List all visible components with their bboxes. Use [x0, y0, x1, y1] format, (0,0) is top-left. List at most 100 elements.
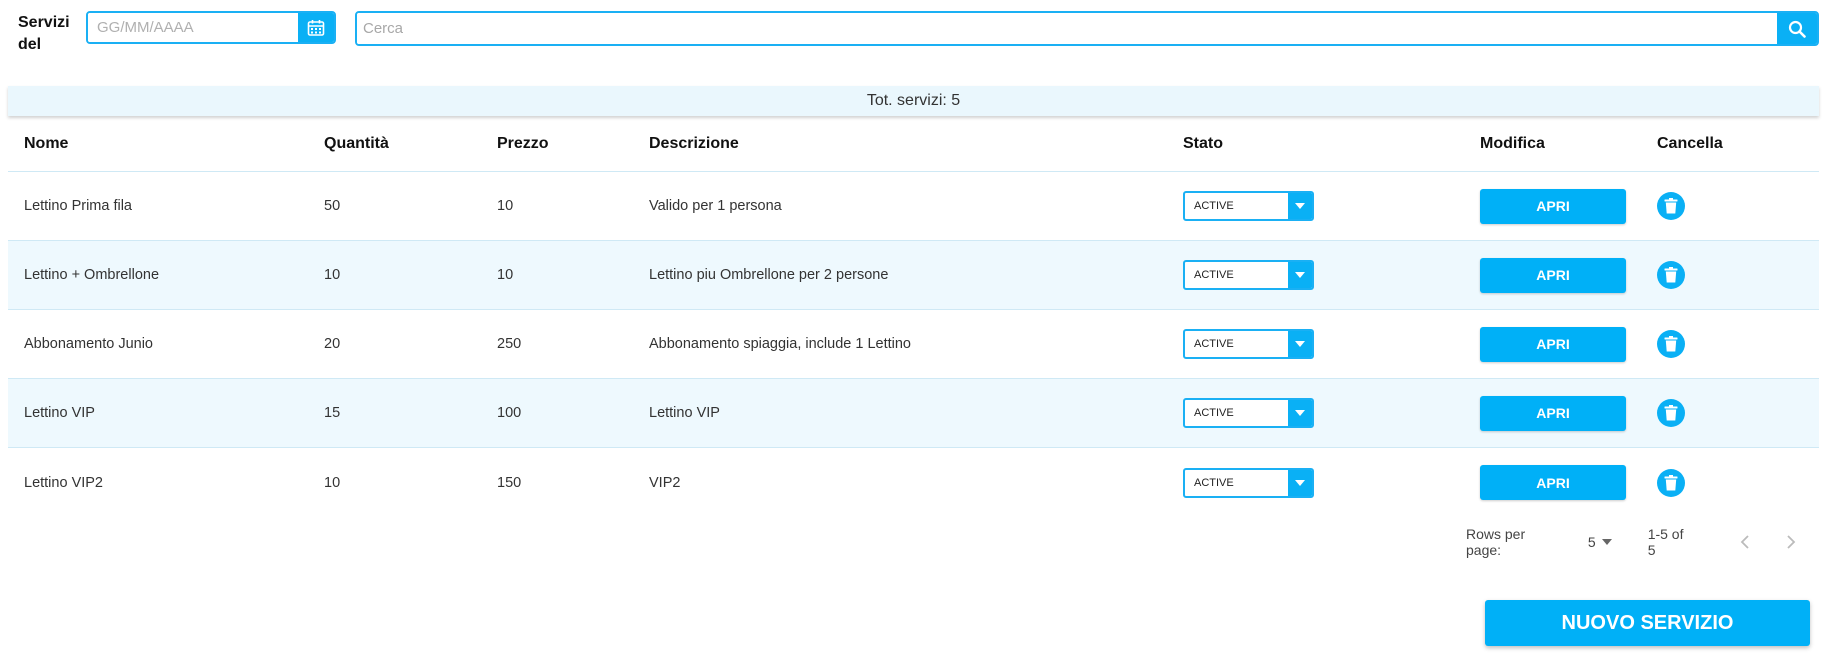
- cell-modifica: APRI: [1464, 465, 1641, 500]
- cell-modifica: APRI: [1464, 395, 1641, 431]
- cell-quantita: 15: [324, 405, 341, 421]
- cell-prezzo: 10: [497, 198, 514, 214]
- cell-stato: ACTIVE: [1167, 260, 1464, 290]
- cell-descrizione: Abbonamento spiaggia, include 1 Lettino: [649, 336, 911, 352]
- date-picker[interactable]: [86, 11, 336, 44]
- cell-nome: Lettino + Ombrellone: [24, 267, 160, 283]
- caret-down-icon: [1295, 410, 1305, 416]
- calendar-icon: [307, 19, 325, 36]
- cell-modifica: APRI: [1464, 326, 1641, 362]
- delete-button[interactable]: [1657, 330, 1685, 358]
- column-header-descrizione: Descrizione: [649, 134, 739, 152]
- cell-nome: Lettino Prima fila: [24, 198, 132, 214]
- previous-page-button[interactable]: [1733, 530, 1757, 554]
- table-row: Lettino VIP2 10 150 VIP2 ACTIVE APRI: [8, 448, 1819, 517]
- apri-button[interactable]: APRI: [1480, 188, 1626, 224]
- cell-quantita: 20: [324, 336, 341, 352]
- cell-stato: ACTIVE: [1167, 467, 1464, 498]
- cell-prezzo: 10: [497, 267, 514, 283]
- cell-stato: ACTIVE: [1167, 398, 1464, 428]
- status-select[interactable]: ACTIVE: [1183, 398, 1314, 428]
- cell-quantita: 10: [324, 267, 341, 283]
- status-select-arrow[interactable]: [1288, 400, 1312, 426]
- nuovo-servizio-button[interactable]: NUOVO SERVIZIO: [1485, 600, 1810, 646]
- table-header: Nome Quantità Prezzo Descrizione Stato M…: [8, 116, 1819, 172]
- status-select[interactable]: ACTIVE: [1183, 467, 1314, 498]
- table-row: Lettino + Ombrellone 10 10 Lettino piu O…: [8, 241, 1819, 310]
- status-select-value: ACTIVE: [1194, 200, 1234, 212]
- table-body: Lettino Prima fila 50 10 Valido per 1 pe…: [8, 172, 1819, 517]
- delete-button[interactable]: [1657, 399, 1685, 427]
- date-input[interactable]: [88, 13, 298, 42]
- cell-prezzo: 250: [497, 336, 522, 352]
- apri-button[interactable]: APRI: [1480, 395, 1626, 431]
- search-bar[interactable]: [355, 11, 1819, 46]
- cell-stato: ACTIVE: [1167, 191, 1464, 221]
- cell-cancella: [1641, 330, 1819, 358]
- cell-cancella: [1641, 261, 1819, 289]
- trash-icon: [1664, 267, 1678, 283]
- table-row: Lettino Prima fila 50 10 Valido per 1 pe…: [8, 172, 1819, 241]
- delete-button[interactable]: [1657, 468, 1685, 497]
- top-filter-bar: Servizi del: [0, 0, 1825, 60]
- total-services-bar: Tot. servizi: 5: [8, 86, 1819, 116]
- cell-cancella: [1641, 468, 1819, 497]
- pagination-range: 1-5 of 5: [1647, 526, 1684, 558]
- status-select-arrow[interactable]: [1288, 193, 1312, 219]
- status-select[interactable]: ACTIVE: [1183, 191, 1314, 221]
- trash-icon: [1664, 336, 1678, 352]
- search-button[interactable]: [1777, 13, 1817, 44]
- delete-button[interactable]: [1657, 192, 1685, 220]
- search-input[interactable]: [357, 13, 1777, 44]
- apri-button[interactable]: APRI: [1480, 257, 1626, 293]
- cell-nome: Abbonamento Junio: [24, 336, 153, 352]
- next-page-button[interactable]: [1779, 530, 1803, 554]
- status-select-value: ACTIVE: [1194, 407, 1234, 419]
- search-icon: [1788, 20, 1806, 38]
- calendar-button[interactable]: [298, 13, 334, 42]
- cell-modifica: APRI: [1464, 188, 1641, 224]
- column-header-modifica: Modifica: [1480, 134, 1545, 152]
- table-row: Lettino VIP 15 100 Lettino VIP ACTIVE AP…: [8, 379, 1819, 448]
- status-select-arrow[interactable]: [1288, 331, 1312, 357]
- cell-cancella: [1641, 399, 1819, 427]
- status-select-arrow[interactable]: [1288, 469, 1312, 496]
- cell-prezzo: 100: [497, 405, 522, 421]
- cell-stato: ACTIVE: [1167, 329, 1464, 359]
- services-table: Tot. servizi: 5 Nome Quantità Prezzo Des…: [8, 86, 1819, 517]
- delete-button[interactable]: [1657, 261, 1685, 289]
- rows-per-page-label: Rows per page:: [1466, 526, 1526, 558]
- rows-per-page-select[interactable]: 5: [1588, 534, 1612, 550]
- caret-down-icon: [1295, 203, 1305, 209]
- column-header-quantita: Quantità: [324, 134, 389, 152]
- rows-per-page-value: 5: [1587, 534, 1596, 550]
- cell-quantita: 50: [324, 198, 341, 214]
- status-select-arrow[interactable]: [1288, 262, 1312, 288]
- servizi-del-label: Servizi del: [18, 14, 70, 53]
- cell-descrizione: VIP2: [649, 474, 681, 491]
- column-header-nome: Nome: [24, 134, 69, 152]
- chevron-left-icon: [1740, 535, 1749, 549]
- trash-icon: [1664, 405, 1678, 421]
- cell-nome: Lettino VIP2: [24, 474, 103, 491]
- apri-button[interactable]: APRI: [1480, 465, 1626, 500]
- caret-down-icon: [1295, 479, 1305, 486]
- column-header-stato: Stato: [1183, 134, 1223, 152]
- status-select[interactable]: ACTIVE: [1183, 329, 1314, 359]
- cell-descrizione: Lettino piu Ombrellone per 2 persone: [649, 267, 889, 283]
- status-select-value: ACTIVE: [1194, 269, 1234, 281]
- cell-quantita: 10: [324, 474, 341, 491]
- trash-icon: [1664, 198, 1678, 214]
- trash-icon: [1664, 474, 1678, 490]
- cell-descrizione: Valido per 1 persona: [649, 198, 782, 214]
- cell-cancella: [1641, 192, 1819, 220]
- caret-down-icon: [1295, 272, 1305, 278]
- table-row: Abbonamento Junio 20 250 Abbonamento spi…: [8, 310, 1819, 379]
- cell-modifica: APRI: [1464, 257, 1641, 293]
- status-select-value: ACTIVE: [1194, 338, 1234, 350]
- cell-prezzo: 150: [497, 474, 522, 491]
- cell-descrizione: Lettino VIP: [649, 405, 720, 421]
- status-select[interactable]: ACTIVE: [1183, 260, 1314, 290]
- column-header-prezzo: Prezzo: [497, 134, 549, 152]
- apri-button[interactable]: APRI: [1480, 326, 1626, 362]
